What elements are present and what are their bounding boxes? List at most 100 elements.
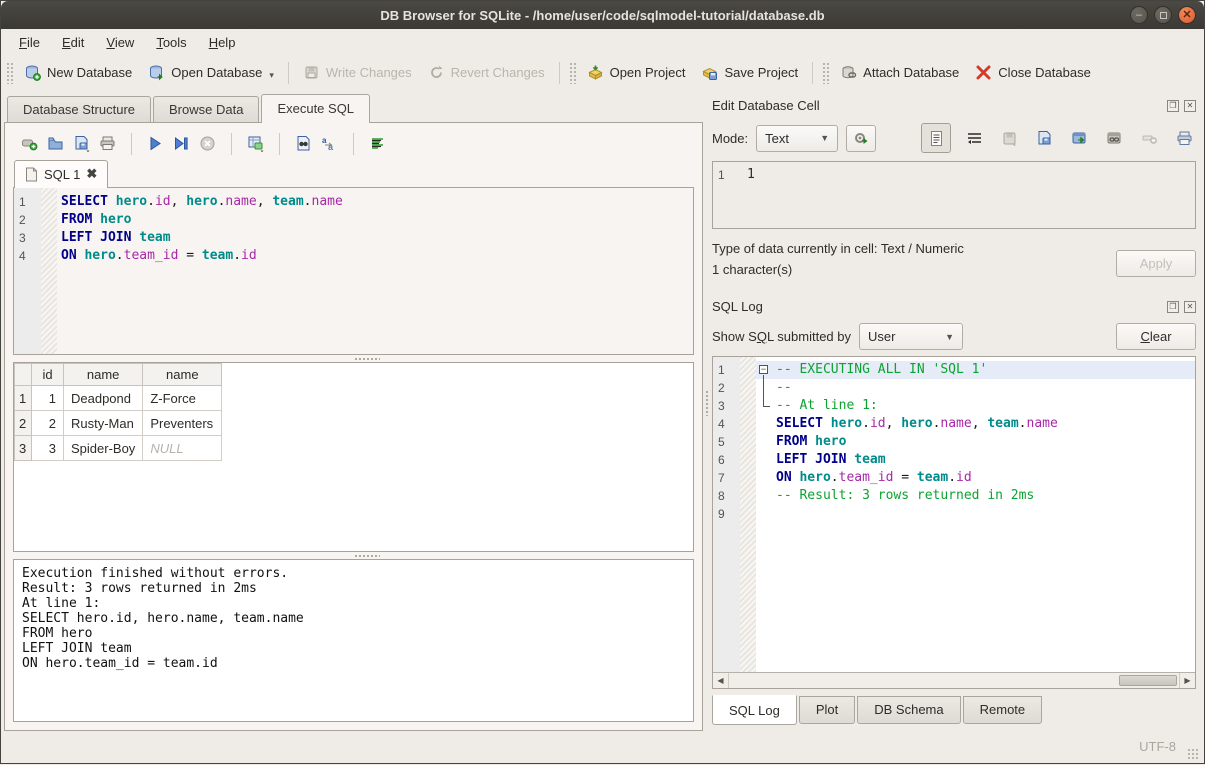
cell-hero-name[interactable]: Rusty-Man [64,411,143,436]
menu-file[interactable]: File [9,32,50,53]
write-changes-button[interactable]: Write Changes [295,60,420,85]
log-line[interactable]: SELECT hero.id, hero.name, team.name [756,415,1195,433]
new-database-button[interactable]: New Database [16,60,140,85]
open-sql-file-icon[interactable] [47,135,64,152]
submitted-by-select[interactable]: User▼ [859,323,963,350]
close-sql-tab-icon[interactable]: ✖ [86,166,97,182]
menu-tools[interactable]: Tools [146,32,196,53]
execution-message[interactable]: Execution finished without errors. Resul… [13,559,694,722]
tab-execute-sql[interactable]: Execute SQL [261,94,370,123]
save-sql-file-icon[interactable] [73,135,90,152]
open-database-dropdown-icon[interactable]: ▾ [269,70,274,81]
word-wrap-button[interactable] [962,126,986,150]
title-bar[interactable]: DB Browser for SQLite - /home/user/code/… [1,1,1204,29]
panel-splitter[interactable] [703,90,710,731]
execute-line-icon[interactable] [173,135,190,152]
save-results-icon[interactable] [247,135,264,152]
cell-value[interactable]: 1 [743,166,1195,184]
log-line[interactable]: ON hero.team_id = team.id [756,469,1195,487]
cell-team-name[interactable]: Z-Force [143,386,222,411]
print-cell-button[interactable] [1172,126,1196,150]
minimize-button[interactable]: ‒ [1130,6,1148,24]
toolbar-separator [812,62,813,84]
menu-edit[interactable]: Edit [52,32,94,53]
sql-editor-line[interactable]: ON hero.team_id = team.id [57,247,693,265]
log-line[interactable]: FROM hero [756,433,1195,451]
stop-execution-icon[interactable] [199,135,216,152]
sql-log-content[interactable]: 1-- EXECUTING ALL IN 'SQL 1' 2-- 3-- At … [713,357,1195,672]
log-line[interactable]: -- Result: 3 rows returned in 2ms [756,487,1195,505]
tab-browse-data[interactable]: Browse Data [153,96,259,122]
new-sql-tab-icon[interactable] [21,135,38,152]
log-horizontal-scrollbar[interactable]: ◀ ▶ [713,672,1195,688]
log-line[interactable]: -- [756,379,1195,397]
import-cell-data-button[interactable] [997,126,1021,150]
cell-editor[interactable]: 11 [712,161,1196,229]
attach-database-button[interactable]: Attach Database [832,60,967,85]
open-database-button[interactable]: Open Database ▾ [140,60,282,85]
format-sql-icon[interactable] [369,135,386,152]
open-project-button[interactable]: Open Project [579,60,694,85]
log-line[interactable] [756,505,1195,523]
set-null-button[interactable] [1137,126,1161,150]
revert-changes-button[interactable]: Revert Changes [420,60,553,85]
cell-id[interactable]: 3 [32,436,64,461]
sql-editor[interactable]: 1SELECT hero.id, hero.name, team.name 2F… [13,187,694,355]
resize-grip[interactable] [1187,748,1200,761]
log-line[interactable]: -- At line 1: [756,397,1195,415]
export-cell-data-button[interactable] [1032,126,1056,150]
find-icon[interactable] [295,135,312,152]
toolbar-grip[interactable] [822,62,829,84]
close-panel-icon[interactable]: ✕ [1184,301,1196,313]
print-icon[interactable] [99,135,116,152]
close-button[interactable]: ✕ [1178,6,1196,24]
cell-team-name[interactable]: Preventers [143,411,222,436]
right-panel: Edit Database Cell ❐ ✕ Mode: Text▼ [710,90,1204,731]
text-mode-button[interactable] [921,123,951,153]
results-message-splitter[interactable] [13,552,694,559]
column-header-id[interactable]: id [32,364,64,386]
import-mode-button[interactable] [846,125,876,152]
print-icon [1176,130,1193,147]
editor-results-splitter[interactable] [13,355,694,362]
menu-view[interactable]: View [96,32,144,53]
sql-editor-line[interactable]: SELECT hero.id, hero.name, team.name [57,193,693,211]
cell-id[interactable]: 1 [32,386,64,411]
close-panel-icon[interactable]: ✕ [1184,100,1196,112]
cell-id[interactable]: 2 [32,411,64,436]
mode-select[interactable]: Text▼ [756,125,838,152]
cell-hero-name[interactable]: Deadpond [64,386,143,411]
dock-tab-db-schema[interactable]: DB Schema [857,696,960,724]
dock-tab-plot[interactable]: Plot [799,696,855,724]
scrollbar-thumb[interactable] [1119,675,1177,686]
sql-editor-line[interactable]: LEFT JOIN team [57,229,693,247]
scroll-right-icon[interactable]: ▶ [1179,673,1195,688]
dock-tab-remote[interactable]: Remote [963,696,1043,724]
float-panel-icon[interactable]: ❐ [1167,301,1179,313]
left-panel: Database Structure Browse Data Execute S… [1,90,703,731]
tab-database-structure[interactable]: Database Structure [7,96,151,122]
sql-tab[interactable]: SQL 1 ✖ [14,160,108,188]
cell-hero-name[interactable]: Spider-Boy [64,436,143,461]
execute-all-icon[interactable] [147,135,164,152]
save-project-button[interactable]: Save Project [693,60,806,85]
close-database-button[interactable]: Close Database [967,60,1099,85]
clear-log-button[interactable]: Clear [1116,323,1196,350]
copy-link-button[interactable] [1102,126,1126,150]
open-in-external-button[interactable] [1067,126,1091,150]
log-line[interactable]: -- EXECUTING ALL IN 'SQL 1' [756,361,1195,379]
column-header-hero-name[interactable]: name [64,364,143,386]
auto-complete-icon[interactable]: aa [321,135,338,152]
column-header-team-name[interactable]: name [143,364,222,386]
toolbar-grip[interactable] [6,62,13,84]
log-line[interactable]: LEFT JOIN team [756,451,1195,469]
sql-editor-line[interactable]: FROM hero [57,211,693,229]
menu-help[interactable]: Help [199,32,246,53]
toolbar-grip[interactable] [569,62,576,84]
scroll-left-icon[interactable]: ◀ [713,673,729,688]
float-panel-icon[interactable]: ❐ [1167,100,1179,112]
dock-tab-sql-log[interactable]: SQL Log [712,695,797,725]
apply-button[interactable]: Apply [1116,250,1196,277]
maximize-button[interactable] [1154,6,1172,24]
cell-team-name-null[interactable]: NULL [143,436,222,461]
